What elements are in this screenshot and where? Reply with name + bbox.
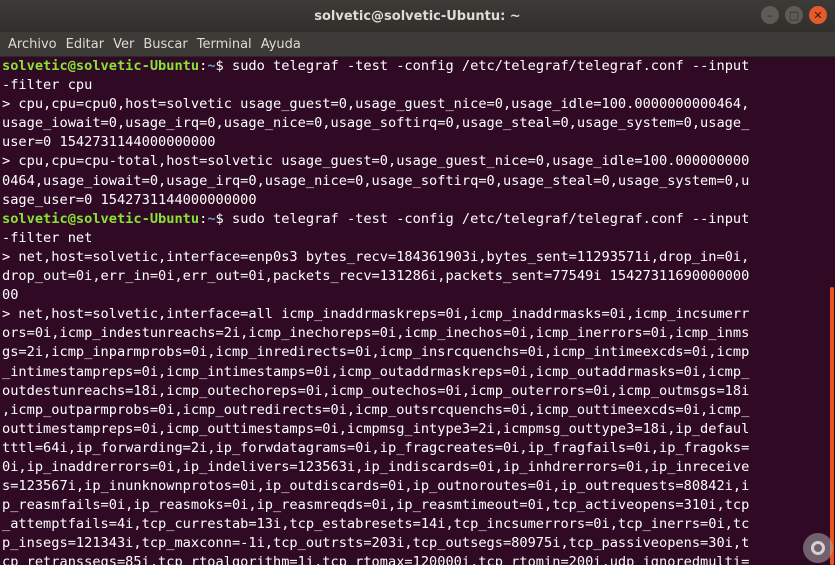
output-line: > cpu,cpu=cpu-total,host=solvetic usage_… [2,153,750,170]
output-line: > net,host=solvetic,interface=all icmp_i… [2,306,750,323]
prompt-path: ~ [207,58,216,74]
output-line: outdestunreachs=18i,icmp_outechoreps=0i,… [2,382,750,399]
output-line: gs=2i,icmp_inparmprobs=0i,icmp_inredirec… [2,344,750,361]
minimize-button[interactable]: – [761,6,779,24]
output-line: user=0 1542731144000000000 [2,134,216,151]
terminal-window: solvetic@solvetic-Ubuntu: ~ – □ ✕ Archiv… [0,0,835,565]
output-line: p_insegs=121343i,tcp_maxconn=-1i,tcp_out… [2,535,750,552]
output-line: sage_user=0 1542731144000000000 [2,191,257,208]
output-line: > cpu,cpu=cpu0,host=solvetic usage_guest… [2,96,750,113]
output-line: s=123567i,ip_inunknownprotos=0i,ip_outdi… [2,478,750,495]
scrollbar-thumb[interactable] [830,287,834,565]
output-line: _intimestampreps=0i,icmp_intimestamps=0i… [2,363,750,380]
output-line: outtimestampreps=0i,icmp_outtimestamps=0… [2,420,750,437]
menu-archivo[interactable]: Archivo [4,37,61,52]
output-line: ,icmp_outparmprobs=0i,icmp_outredirects=… [2,401,750,418]
scrollbar[interactable] [827,57,835,565]
output-line: 0464,usage_iowait=0,usage_irq=0,usage_ni… [2,172,750,189]
prompt-line: solvetic@solvetic-Ubuntu:~$ sudo telegra… [2,210,827,229]
output-line: tttl=64i,ip_forwarding=2i,ip_forwdatagra… [2,439,750,456]
output-line: -filter cpu [2,77,93,94]
output-block-net: -filter net > net,host=solvetic,interface… [2,229,827,565]
menu-bar: Archivo Editar Ver Buscar Terminal Ayuda [0,32,835,57]
menu-editar[interactable]: Editar [62,37,109,52]
prompt-path: ~ [207,210,216,227]
output-line: p_reasmfails=0i,ip_reasmoks=0i,ip_reasmr… [2,497,750,514]
output-line: -filter net [2,229,93,246]
output-line: cp_retranssegs=85i,tcp_rtoalgorithm=1i,t… [2,554,750,565]
title-bar[interactable]: solvetic@solvetic-Ubuntu: ~ – □ ✕ [0,0,835,32]
watermark-logo-icon [803,533,833,563]
prompt-symbol: $ [215,210,224,227]
command-text: sudo telegraf -test -config /etc/telegra… [223,58,750,74]
prompt-line: solvetic@solvetic-Ubuntu:~$ sudo telegra… [2,57,827,76]
output-line: 0i,ip_inaddrerrors=0i,ip_indelivers=1235… [2,458,750,475]
terminal-output[interactable]: solvetic@solvetic-Ubuntu:~$ sudo telegra… [0,57,827,565]
window-controls: – □ ✕ [761,6,827,24]
output-block-cpu: -filter cpu > cpu,cpu=cpu0,host=solvetic … [2,76,827,210]
menu-ayuda[interactable]: Ayuda [257,37,305,52]
output-line: > net,host=solvetic,interface=enp0s3 byt… [2,248,750,265]
prompt-user-host: solvetic@solvetic-Ubuntu [2,58,200,74]
output-line: _attemptfails=4i,tcp_currestab=13i,tcp_e… [2,516,750,533]
menu-ver[interactable]: Ver [109,37,138,52]
output-line: drop_out=0i,err_in=0i,err_out=0i,packets… [2,268,750,285]
maximize-button[interactable]: □ [785,6,803,24]
menu-terminal[interactable]: Terminal [193,37,256,52]
output-line: usage_iowait=0,usage_irq=0,usage_nice=0,… [2,115,750,132]
prompt-symbol: $ [215,58,224,74]
window-title: solvetic@solvetic-Ubuntu: ~ [314,8,521,24]
prompt-user-host: solvetic@solvetic-Ubuntu [2,210,200,227]
command-text: sudo telegraf -test -config /etc/telegra… [223,210,750,227]
output-line: ors=0i,icmp_indestunreachs=2i,icmp_inech… [2,325,750,342]
menu-buscar[interactable]: Buscar [139,37,191,52]
close-button[interactable]: ✕ [809,6,827,24]
output-line: 00 [2,287,19,304]
